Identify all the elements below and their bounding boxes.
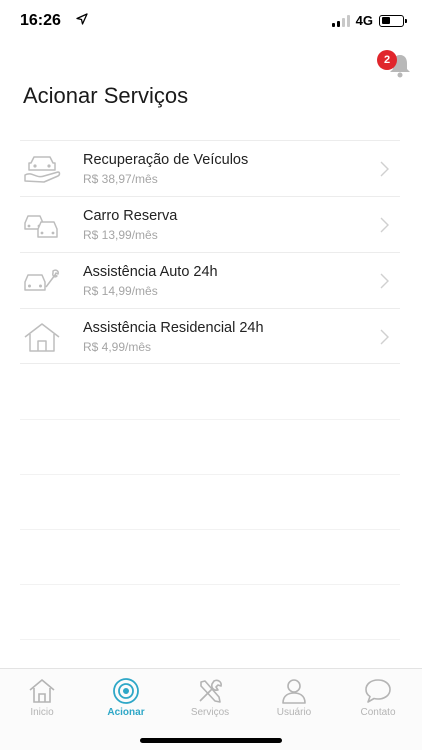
signal-icon <box>331 14 350 27</box>
page-title: Acionar Serviços <box>23 83 189 108</box>
empty-row-divider <box>20 584 400 585</box>
status-indicators: 4G <box>331 13 407 28</box>
tab-acionar[interactable]: Acionar <box>91 677 161 718</box>
empty-row-divider <box>20 474 400 475</box>
chevron-right-icon <box>380 273 389 289</box>
car-recovery-icon <box>24 156 61 183</box>
service-price: R$ 4,99/mês <box>83 340 152 354</box>
network-type: 4G <box>355 13 373 28</box>
battery-level <box>381 17 390 24</box>
home-indicator <box>140 738 282 743</box>
tab-servicos[interactable]: Serviços <box>175 677 245 718</box>
service-price: R$ 13,99/mês <box>83 228 158 242</box>
notification-badge[interactable]: 2 <box>377 50 397 70</box>
user-icon <box>282 679 306 704</box>
tab-label: Serviços <box>190 707 230 718</box>
car-wrench-icon <box>24 269 59 291</box>
status-bar: 16:26 4G <box>0 0 422 44</box>
service-name: Assistência Auto 24h <box>83 264 218 280</box>
tab-label: Usuário <box>276 707 312 718</box>
service-name: Recuperação de Veículos <box>83 152 249 168</box>
two-cars-icon <box>24 215 58 238</box>
tab-label: Acionar <box>107 707 145 718</box>
tab-usuario[interactable]: Usuário <box>259 677 329 718</box>
battery-icon <box>379 14 407 27</box>
service-list: Recuperação de Veículos R$ 38,97/mês Car… <box>20 140 400 364</box>
tab-label: Contato <box>360 707 396 718</box>
chat-bubble-icon <box>365 679 391 703</box>
empty-row-divider <box>20 419 400 420</box>
service-name: Assistência Residencial 24h <box>83 320 264 336</box>
tab-contato[interactable]: Contato <box>343 677 413 718</box>
home-icon <box>29 679 55 703</box>
service-price: R$ 14,99/mês <box>83 284 158 298</box>
service-name: Carro Reserva <box>83 208 178 224</box>
chevron-right-icon <box>380 217 389 233</box>
house-icon <box>24 323 60 352</box>
tools-icon <box>199 679 222 703</box>
empty-row-divider <box>20 639 400 640</box>
location-arrow-icon <box>76 13 88 25</box>
tab-inicio[interactable]: Inicio <box>7 677 77 718</box>
status-time: 16:26 <box>20 12 61 29</box>
service-price: R$ 38,97/mês <box>83 172 158 186</box>
service-item-carro-reserva[interactable]: Carro Reserva R$ 13,99/mês <box>20 196 400 252</box>
service-item-recuperacao[interactable]: Recuperação de Veículos R$ 38,97/mês <box>20 140 400 196</box>
empty-row-divider <box>20 529 400 530</box>
chevron-right-icon <box>380 161 389 177</box>
tab-label: Inicio <box>30 707 54 718</box>
service-item-assistencia-auto[interactable]: Assistência Auto 24h R$ 14,99/mês <box>20 252 400 308</box>
target-icon <box>113 678 139 704</box>
service-item-assistencia-residencial[interactable]: Assistência Residencial 24h R$ 4,99/mês <box>20 308 400 364</box>
chevron-right-icon <box>380 329 389 345</box>
